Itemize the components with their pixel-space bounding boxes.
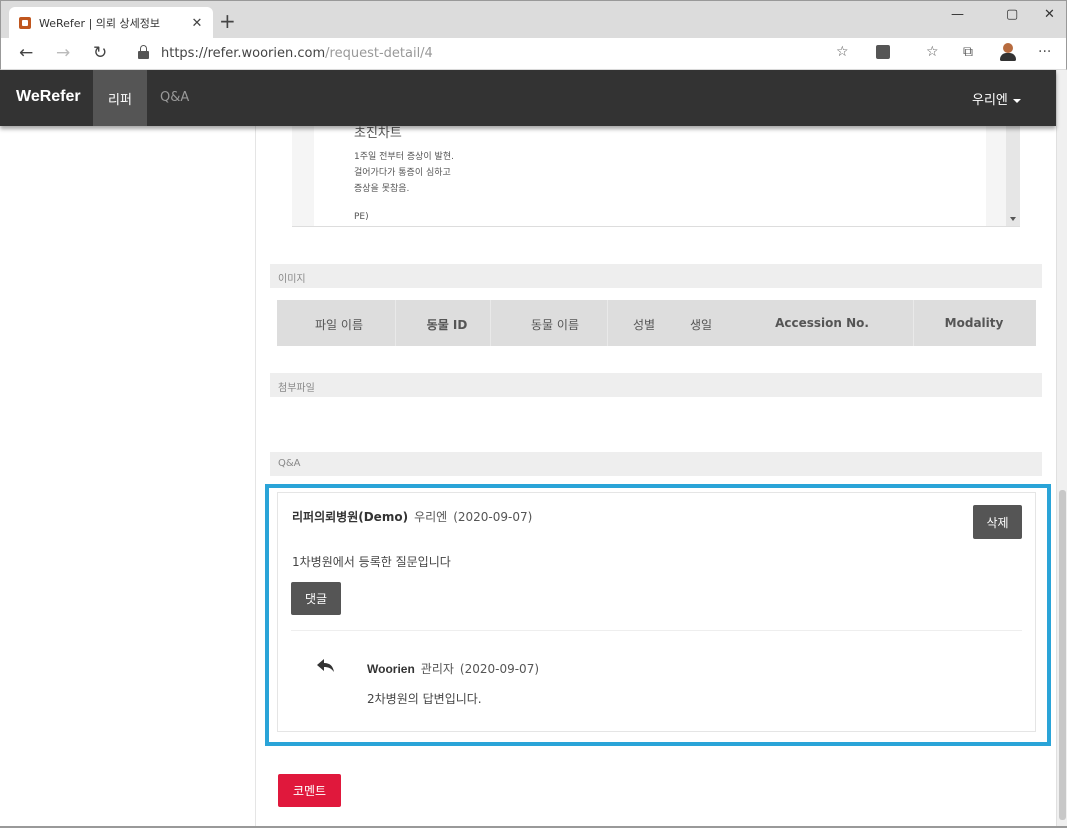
- page-scrollbar[interactable]: [1056, 70, 1067, 828]
- forward-icon: →: [56, 43, 71, 63]
- back-icon[interactable]: ←: [19, 43, 33, 63]
- question-org: 리퍼의뢰병원(Demo): [292, 510, 409, 524]
- favorites-list-icon[interactable]: ☆: [926, 44, 939, 60]
- browser-tab-strip: WeRefer | 의뢰 상세정보 ✕ + — ▢ ✕: [0, 0, 1067, 39]
- image-table-header: 파일 이름 동물 ID 동물 이름 성별 생일 Accession No. Mo…: [277, 300, 1036, 346]
- notes-line: 걸어가다가 통증이 심하고: [354, 168, 451, 178]
- notes-line: 증상을 못참음.: [354, 184, 410, 194]
- question-header: 리퍼의뢰병원(Demo) 우리엔 (2020-09-07): [292, 508, 532, 525]
- profile-icon[interactable]: [1000, 43, 1016, 61]
- notes-textarea[interactable]: 초진차트 1주일 전부터 증상이 발현. 걸어가다가 통증이 심하고 증상을 못…: [292, 126, 1020, 227]
- notes-line: PE): [354, 212, 369, 222]
- reply-button[interactable]: 댓글: [291, 582, 341, 615]
- lock-icon[interactable]: [138, 45, 149, 59]
- reply-arrow-icon: [317, 659, 334, 672]
- user-menu[interactable]: 우리엔: [972, 89, 1021, 108]
- caret-down-icon: [1012, 98, 1021, 103]
- user-name: 우리엔: [972, 93, 1008, 108]
- scrollbar-thumb[interactable]: [1059, 490, 1066, 820]
- sidebar-divider: [255, 126, 256, 828]
- notes-line: 1주일 전부터 증상이 발현.: [354, 152, 454, 162]
- delete-button[interactable]: 삭제: [973, 505, 1022, 539]
- nav-item-refer[interactable]: 리퍼: [93, 70, 147, 126]
- col-file-name[interactable]: 파일 이름: [315, 316, 363, 333]
- maximize-icon[interactable]: ▢: [1006, 7, 1018, 22]
- col-animal-id[interactable]: 동물 ID: [427, 316, 468, 333]
- question-date: (2020-09-07): [453, 510, 533, 524]
- tab-title: WeRefer | 의뢰 상세정보: [39, 17, 160, 30]
- question-author: 우리엔: [414, 510, 448, 524]
- refresh-icon[interactable]: ↻: [93, 43, 107, 63]
- qa-divider: [291, 630, 1022, 631]
- favorite-star-icon[interactable]: ☆: [836, 44, 849, 60]
- col-accession-no[interactable]: Accession No.: [775, 316, 869, 330]
- url-field[interactable]: https://refer.woorien.com/request-detail…: [161, 46, 433, 61]
- new-tab-button[interactable]: +: [219, 11, 236, 31]
- section-images: 이미지: [270, 264, 1042, 288]
- answer-date: (2020-09-07): [459, 662, 540, 676]
- reader-icon[interactable]: [876, 45, 890, 59]
- address-bar-row: ← → ↻ https://refer.woorien.com/request-…: [0, 38, 1067, 70]
- section-attachments: 첨부파일: [270, 373, 1042, 397]
- col-sex[interactable]: 성별: [633, 316, 655, 333]
- brand-logo[interactable]: WeRefer: [16, 88, 81, 106]
- answer-header: Woorien 관리자 (2020-09-07): [367, 660, 539, 677]
- nav-item-qa[interactable]: Q&A: [160, 90, 189, 105]
- answer-body: 2차병원의 답변입니다.: [367, 692, 482, 706]
- scroll-down-icon[interactable]: [1010, 217, 1016, 221]
- col-birthday[interactable]: 생일: [690, 316, 712, 333]
- comment-button[interactable]: 코멘트: [278, 774, 341, 807]
- notes-title: 초진차트: [354, 126, 402, 141]
- site-favicon-icon: [19, 17, 31, 29]
- notes-scrollbar[interactable]: [1006, 126, 1020, 226]
- notes-content: 초진차트 1주일 전부터 증상이 발현. 걸어가다가 통증이 심하고 증상을 못…: [314, 126, 986, 226]
- browser-tab[interactable]: WeRefer | 의뢰 상세정보 ✕: [9, 7, 213, 39]
- site-navbar: WeRefer 리퍼 Q&A 우리엔: [0, 70, 1056, 126]
- col-animal-name[interactable]: 동물 이름: [531, 316, 579, 333]
- answer-role: 관리자: [420, 662, 454, 676]
- minimize-icon[interactable]: —: [951, 7, 964, 22]
- answer-author: Woorien: [367, 662, 415, 676]
- close-window-icon[interactable]: ✕: [1044, 7, 1055, 22]
- collections-icon[interactable]: ⧉: [963, 44, 973, 60]
- col-modality[interactable]: Modality: [945, 316, 1004, 330]
- notes-line: [354, 197, 986, 209]
- tab-close-icon[interactable]: ✕: [187, 16, 207, 31]
- question-body: 1차병원에서 등록한 질문입니다: [292, 555, 451, 569]
- more-icon[interactable]: ···: [1038, 44, 1051, 60]
- section-qa: Q&A: [270, 452, 1042, 476]
